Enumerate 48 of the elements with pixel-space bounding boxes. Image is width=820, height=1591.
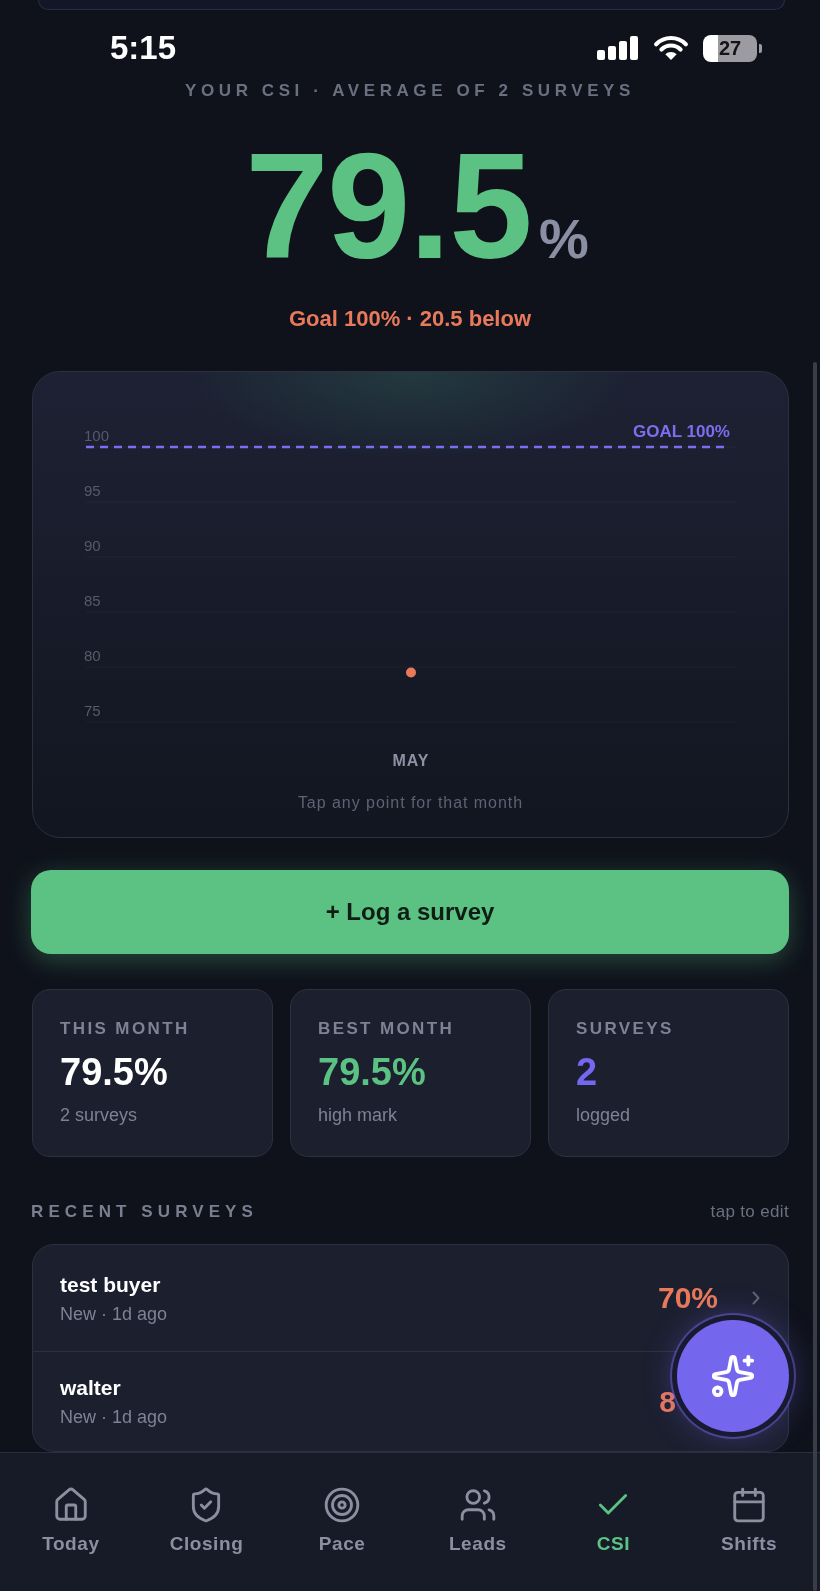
percent-unit: % [539, 211, 589, 267]
chevron-right-icon [752, 1291, 760, 1305]
nav-tab[interactable]: Pace [274, 1453, 410, 1555]
log-survey-button[interactable]: + Log a survey [31, 870, 789, 954]
survey-row[interactable]: walter New · 1d ago 8 [33, 1352, 676, 1451]
wifi-icon [652, 35, 690, 61]
stat-note: 2 surveys [60, 1104, 138, 1126]
y-axis-tick-label: 80 [84, 647, 101, 664]
nav-tab[interactable]: Today [3, 1453, 139, 1555]
nav-tab[interactable]: CSI [545, 1453, 682, 1555]
csi-subtitle: YOUR CSI · AVERAGE OF 2 SURVEYS [184, 81, 636, 101]
stat-note: logged [576, 1104, 631, 1126]
survey-meta: New · 1d ago [60, 1302, 168, 1325]
survey-score: 8 [659, 1384, 676, 1419]
y-axis-tick-label: 95 [84, 482, 101, 499]
x-axis-label: MAY [392, 752, 430, 769]
csi-score: 79.5 [245, 131, 532, 281]
goal-label: GOAL 100% [633, 422, 730, 441]
nav-tab[interactable]: Closing [138, 1453, 275, 1555]
target-icon [323, 1486, 362, 1524]
nav-tab[interactable]: Leads [410, 1453, 546, 1555]
signal-icon [597, 36, 639, 60]
stat-label: SURVEYS [576, 1019, 674, 1039]
stat-note: high mark [318, 1104, 398, 1126]
status-time: 5:15 [110, 28, 177, 68]
sparkles-icon [710, 1353, 756, 1399]
data-point[interactable] [406, 667, 416, 678]
battery-indicator: 27 [703, 34, 762, 62]
nav-tab[interactable]: Shifts [681, 1453, 817, 1555]
stat-label: BEST MONTH [318, 1019, 455, 1039]
chart-caption: Tap any point for that month [296, 793, 525, 813]
stat-value: 79.5% [318, 1052, 426, 1092]
y-axis-tick-label: 90 [84, 537, 101, 554]
stat-label: THIS MONTH [60, 1019, 190, 1039]
survey-name: test buyer [60, 1271, 161, 1298]
y-axis-tick-label: 75 [84, 702, 101, 719]
goal-note: Goal 100% · 20.5 below [287, 305, 533, 333]
y-axis-tick-label: 100 [84, 427, 110, 444]
survey-name: walter [60, 1375, 121, 1401]
section-hint: tap to edit [710, 1202, 789, 1222]
section-title: RECENT SURVEYS [31, 1202, 258, 1222]
survey-row[interactable]: test buyer New · 1d ago 70% [33, 1245, 788, 1351]
stat-value: 79.5% [60, 1052, 168, 1092]
survey-meta: New · 1d ago [60, 1406, 168, 1428]
people-icon [458, 1486, 497, 1524]
y-axis-tick-label: 85 [84, 592, 101, 609]
stat-value: 2 [576, 1052, 598, 1092]
survey-score: 70% [658, 1281, 719, 1315]
